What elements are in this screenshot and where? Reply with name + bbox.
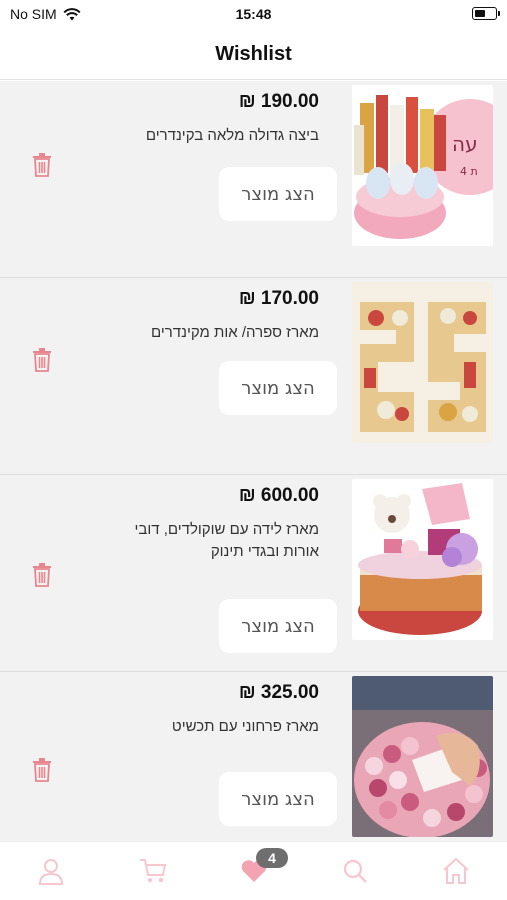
product-price: ₪ 170.00 (238, 288, 319, 309)
view-product-button[interactable]: הצג מוצר (219, 361, 337, 415)
tab-search[interactable] (340, 856, 370, 886)
product-image[interactable] (352, 282, 493, 443)
product-image[interactable] (352, 676, 493, 837)
svg-text:ת 4: ת 4 (460, 165, 478, 178)
tab-profile[interactable] (36, 856, 66, 886)
tab-bar: 4 (0, 841, 507, 900)
home-icon (443, 857, 469, 884)
wishlist-item: ₪ 600.00 מארז לידה עם שוקולדים, דובי אור… (0, 475, 507, 672)
view-product-button[interactable]: הצג מוצר (219, 772, 337, 826)
wishlist-item: ₪ 170.00 מארז ספרה/ אות מקינדרים הצג מוצ… (0, 278, 507, 475)
view-product-button[interactable]: הצג מוצר (219, 167, 337, 221)
product-name: מארז פרחוני עם תכשיט (171, 718, 319, 735)
cart-icon (140, 859, 167, 883)
tab-home[interactable] (441, 856, 471, 886)
product-price: ₪ 325.00 (238, 682, 319, 703)
trash-icon[interactable] (32, 758, 52, 782)
user-icon (38, 859, 64, 885)
product-price: ₪ 190.00 (238, 91, 319, 112)
product-name: מארז לידה עם שוקולדים, דובי אורות ובגדי … (134, 521, 319, 560)
product-name: ביצה גדולה מלאה בקינדרים (145, 127, 319, 144)
wishlist-count-badge: 4 (256, 848, 288, 868)
search-icon (343, 859, 367, 883)
trash-icon[interactable] (32, 153, 52, 177)
battery-icon (472, 7, 500, 20)
wishlist-item: עה ת 4 ₪ 190.00 ביצה גדולה מלאה בקינדרים… (0, 81, 507, 278)
view-product-button[interactable]: הצג מוצר (219, 599, 337, 653)
svg-text:עה: עה (452, 132, 478, 156)
wishlist-item: ₪ 325.00 מארז פרחוני עם תכשיט הצג מוצר (0, 672, 507, 841)
clock: 15:48 (235, 6, 272, 22)
product-image[interactable] (352, 479, 493, 640)
nav-header: Wishlist (0, 30, 507, 80)
trash-icon[interactable] (32, 348, 52, 372)
status-bar: No SIM 15:48 (0, 0, 507, 30)
wishlist-list[interactable]: עה ת 4 ₪ 190.00 ביצה גדולה מלאה בקינדרים… (0, 81, 507, 841)
trash-icon[interactable] (32, 563, 52, 587)
product-name: מארז ספרה/ אות מקינדרים (151, 324, 319, 341)
product-price: ₪ 600.00 (238, 485, 319, 506)
page-title: Wishlist (215, 43, 292, 65)
tab-cart[interactable] (138, 856, 168, 886)
product-image[interactable]: עה ת 4 (352, 85, 493, 246)
